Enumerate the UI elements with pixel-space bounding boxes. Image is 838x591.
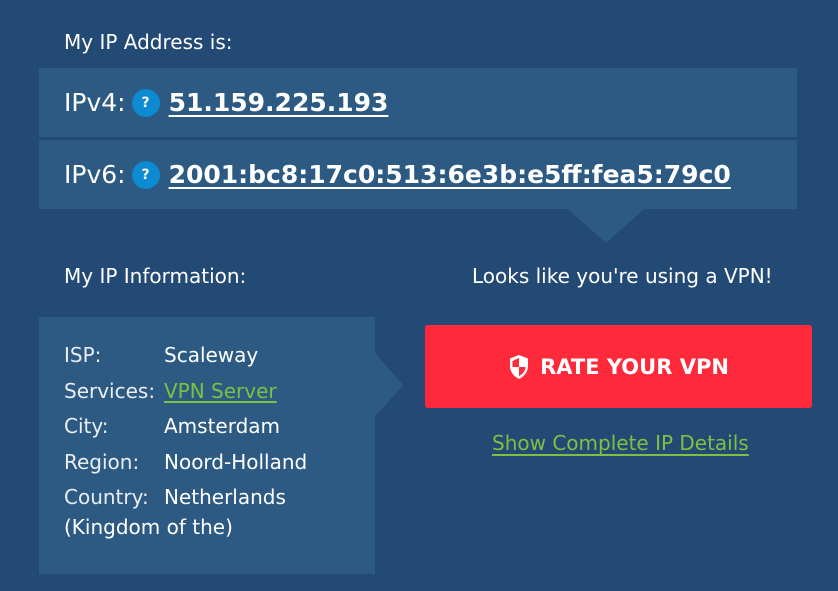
shield-icon: [510, 354, 529, 379]
rate-your-vpn-label: RATE YOUR VPN: [540, 354, 729, 379]
ipv6-help-icon[interactable]: ?: [131, 160, 160, 189]
ipv6-row: IPv6: ? 2001:bc8:17c0:513:6e3b:e5ff:fea5…: [39, 140, 797, 209]
info-row-city: City: Amsterdam: [64, 414, 375, 450]
ipv4-value[interactable]: 51.159.225.193: [169, 88, 389, 117]
info-row-services: Services: VPN Server: [64, 379, 375, 415]
ip-information-heading: My IP Information:: [64, 264, 247, 288]
ip-address-heading: My IP Address is:: [64, 30, 233, 54]
region-label: Region:: [64, 449, 140, 474]
ip-information-panel: ISP: Scaleway Services: VPN Server City:…: [39, 317, 375, 574]
ipv6-value[interactable]: 2001:bc8:17c0:513:6e3b:e5ff:fea5:79c0: [169, 160, 731, 189]
show-complete-ip-details-link[interactable]: Show Complete IP Details: [492, 431, 749, 455]
rate-your-vpn-button[interactable]: RATE YOUR VPN: [425, 325, 812, 408]
services-link[interactable]: VPN Server: [164, 379, 277, 403]
vpn-detected-message: Looks like you're using a VPN!: [472, 264, 773, 288]
ipv6-label: IPv6:: [64, 160, 126, 189]
info-row-region: Region: Noord-Holland: [64, 450, 375, 486]
city-label: City:: [64, 414, 109, 438]
isp-value: Scaleway: [164, 343, 259, 367]
panel-pointer-right: [375, 353, 403, 417]
ipv4-help-icon[interactable]: ?: [131, 88, 160, 117]
services-label: Services:: [64, 378, 156, 403]
ipv4-row: IPv4: ? 51.159.225.193: [39, 68, 797, 137]
country-value-continuation: (Kingdom of the): [64, 514, 233, 539]
info-row-isp: ISP: Scaleway: [64, 343, 375, 379]
region-value: Noord-Holland: [164, 449, 308, 474]
country-value: Netherlands: [164, 485, 286, 509]
isp-label: ISP:: [64, 343, 102, 367]
country-label: Country:: [64, 485, 149, 509]
ipv4-label: IPv4:: [64, 88, 126, 117]
city-value: Amsterdam: [164, 414, 281, 438]
panel-pointer-down: [568, 209, 644, 243]
